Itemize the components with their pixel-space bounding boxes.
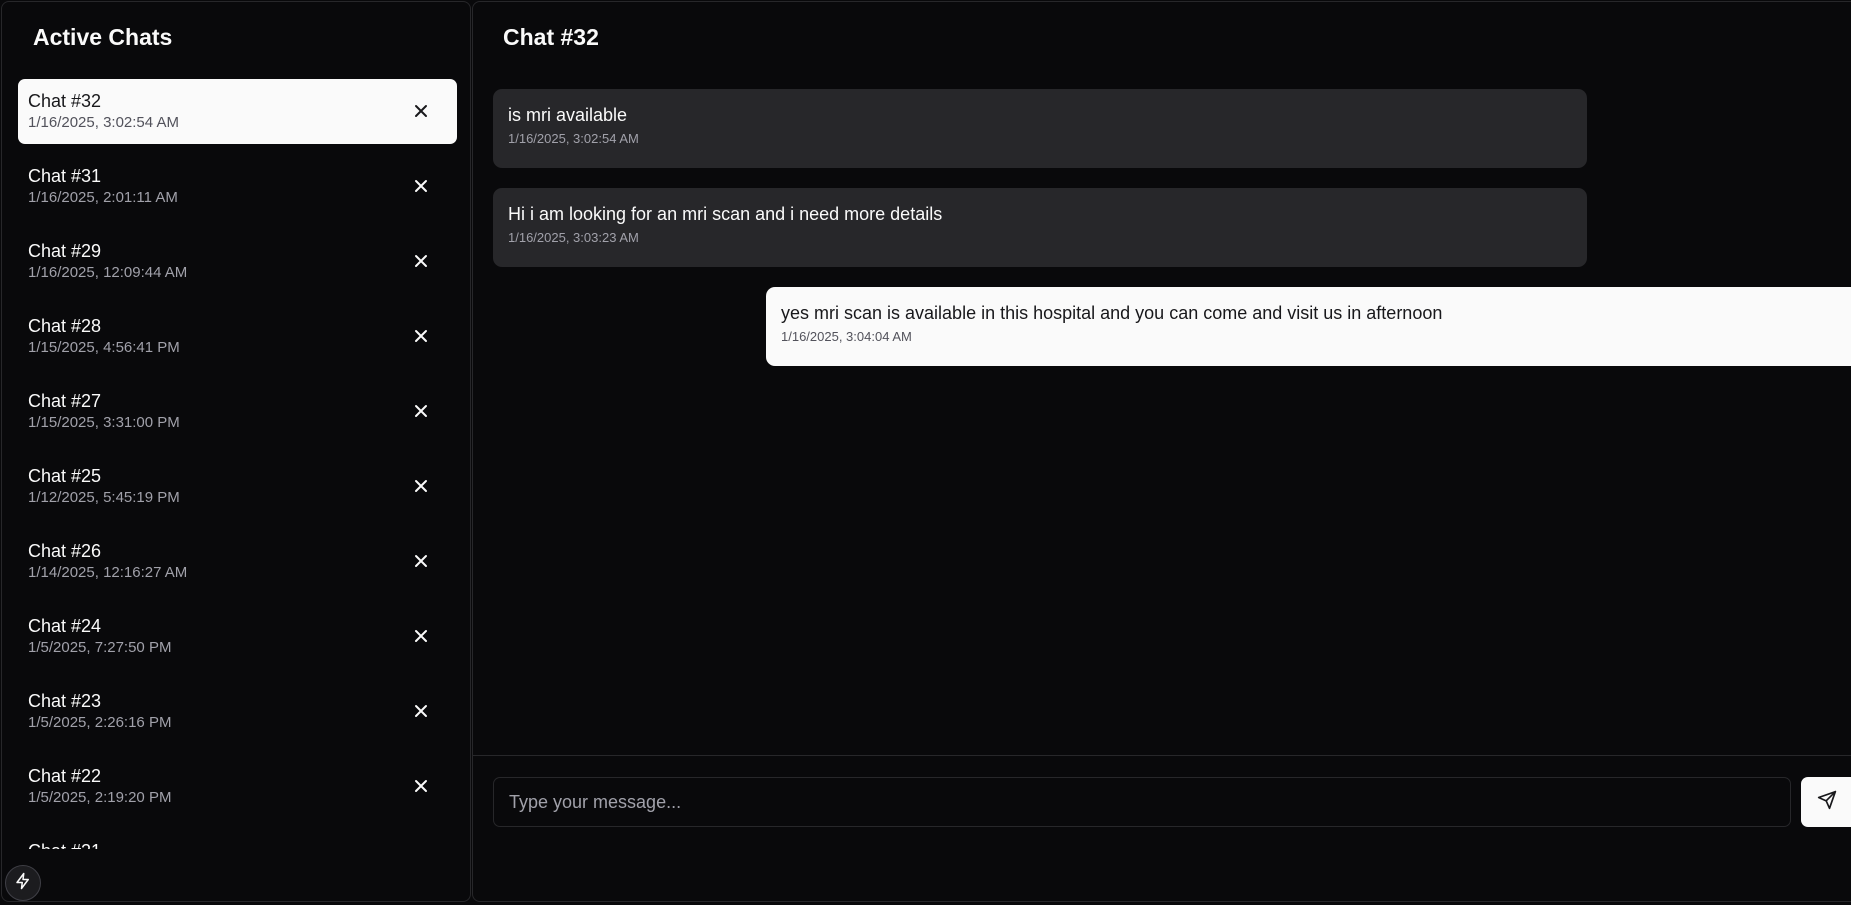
bolt-icon xyxy=(14,872,32,895)
chat-name: Chat #27 xyxy=(28,391,102,411)
message-time: 1/16/2025, 3:03:23 AM xyxy=(508,230,639,245)
chat-list-item[interactable]: Chat #25 1/12/2025, 5:45:19 PM xyxy=(18,454,457,519)
message-bubble: yes mri scan is available in this hospit… xyxy=(766,287,1851,366)
chat-list-item[interactable]: Chat #21 xyxy=(18,829,457,849)
close-icon[interactable] xyxy=(411,476,431,496)
close-icon[interactable] xyxy=(411,326,431,346)
message-bubble: is mri available 1/16/2025, 3:02:54 AM xyxy=(493,89,1587,168)
chat-title: Chat #32 xyxy=(503,24,599,50)
send-icon xyxy=(1817,790,1837,815)
message-text: is mri available xyxy=(508,105,628,125)
chat-name: Chat #31 xyxy=(28,166,102,186)
chat-name: Chat #26 xyxy=(28,541,102,561)
chat-sidebar: Active Chats Chat #32 1/16/2025, 3:02:54… xyxy=(1,1,471,902)
chat-list-item[interactable]: Chat #31 1/16/2025, 2:01:11 AM xyxy=(18,154,457,219)
chat-time: 1/5/2025, 7:27:50 PM xyxy=(28,639,172,656)
message-time: 1/16/2025, 3:02:54 AM xyxy=(508,131,639,146)
close-icon[interactable] xyxy=(411,776,431,796)
sidebar-title: Active Chats xyxy=(33,24,173,50)
chat-list-item[interactable]: Chat #22 1/5/2025, 2:19:20 PM xyxy=(18,754,457,819)
chat-list-item[interactable]: Chat #29 1/16/2025, 12:09:44 AM xyxy=(18,229,457,294)
send-button[interactable] xyxy=(1801,777,1851,827)
chat-time: 1/12/2025, 5:45:19 PM xyxy=(28,489,180,506)
chat-name: Chat #24 xyxy=(28,616,102,636)
composer-divider xyxy=(473,755,1851,756)
chat-time: 1/5/2025, 2:19:20 PM xyxy=(28,789,172,806)
close-icon[interactable] xyxy=(411,251,431,271)
message-text: yes mri scan is available in this hospit… xyxy=(781,303,1443,323)
message-input[interactable] xyxy=(493,777,1791,827)
message-time: 1/16/2025, 3:04:04 AM xyxy=(781,329,912,344)
chat-list-item[interactable]: Chat #27 1/15/2025, 3:31:00 PM xyxy=(18,379,457,444)
close-icon[interactable] xyxy=(411,401,431,421)
chat-list[interactable]: Chat #32 1/16/2025, 3:02:54 AM Chat #31 … xyxy=(18,79,457,849)
chat-list-item[interactable]: Chat #24 1/5/2025, 7:27:50 PM xyxy=(18,604,457,669)
chat-list-item[interactable]: Chat #23 1/5/2025, 2:26:16 PM xyxy=(18,679,457,744)
chat-time: 1/16/2025, 3:02:54 AM xyxy=(28,114,179,131)
chat-name: Chat #28 xyxy=(28,316,102,336)
chat-time: 1/15/2025, 3:31:00 PM xyxy=(28,414,180,431)
chat-name: Chat #22 xyxy=(28,766,102,786)
bolt-button[interactable] xyxy=(5,865,41,901)
message-text: Hi i am looking for an mri scan and i ne… xyxy=(508,204,943,224)
chat-time: 1/14/2025, 12:16:27 AM xyxy=(28,564,188,581)
chat-name: Chat #21 xyxy=(28,840,457,849)
chat-list-item[interactable]: Chat #26 1/14/2025, 12:16:27 AM xyxy=(18,529,457,594)
chat-list-item[interactable]: Chat #28 1/15/2025, 4:56:41 PM xyxy=(18,304,457,369)
chat-name: Chat #25 xyxy=(28,466,102,486)
chat-name: Chat #29 xyxy=(28,241,102,261)
close-icon[interactable] xyxy=(411,176,431,196)
chat-panel: Chat #32 is mri available 1/16/2025, 3:0… xyxy=(472,1,1851,902)
chat-name: Chat #23 xyxy=(28,691,102,711)
close-icon[interactable] xyxy=(411,101,431,121)
message-bubble: Hi i am looking for an mri scan and i ne… xyxy=(493,188,1587,267)
chat-time: 1/16/2025, 2:01:11 AM xyxy=(28,189,178,206)
chat-list-item[interactable]: Chat #32 1/16/2025, 3:02:54 AM xyxy=(18,79,457,144)
chat-time: 1/15/2025, 4:56:41 PM xyxy=(28,339,180,356)
chat-name: Chat #32 xyxy=(28,91,102,111)
close-icon[interactable] xyxy=(411,701,431,721)
chat-time: 1/5/2025, 2:26:16 PM xyxy=(28,714,172,731)
close-icon[interactable] xyxy=(411,551,431,571)
chat-time: 1/16/2025, 12:09:44 AM xyxy=(28,264,188,281)
close-icon[interactable] xyxy=(411,626,431,646)
